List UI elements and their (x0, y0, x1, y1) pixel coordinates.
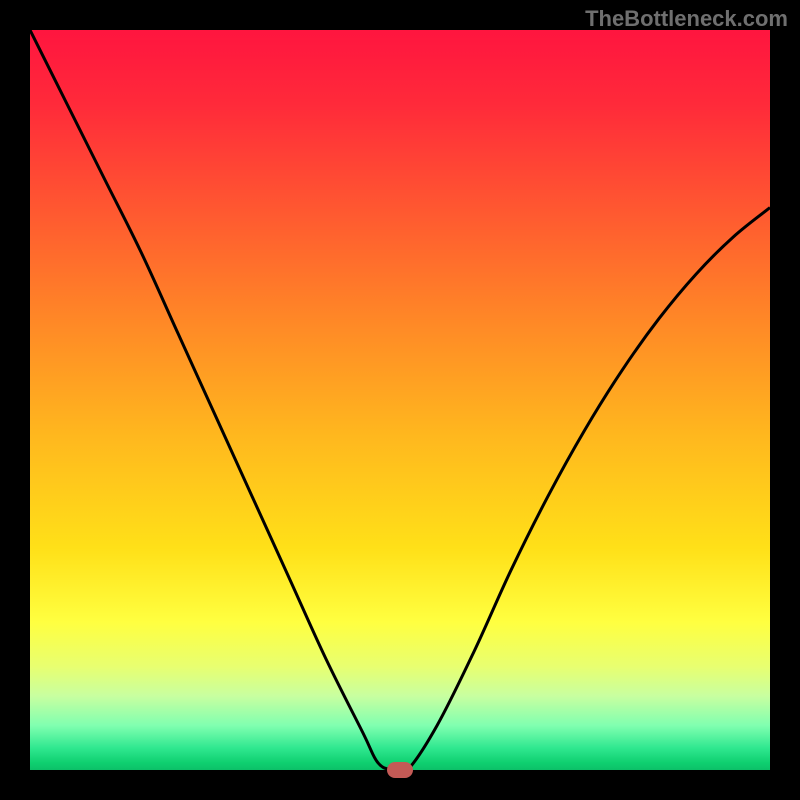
chart-container: TheBottleneck.com (0, 0, 800, 800)
watermark-text: TheBottleneck.com (585, 6, 788, 32)
plot-area (30, 30, 770, 770)
curve-layer (30, 30, 770, 770)
optimum-marker (387, 762, 413, 778)
bottleneck-curve (30, 30, 770, 770)
